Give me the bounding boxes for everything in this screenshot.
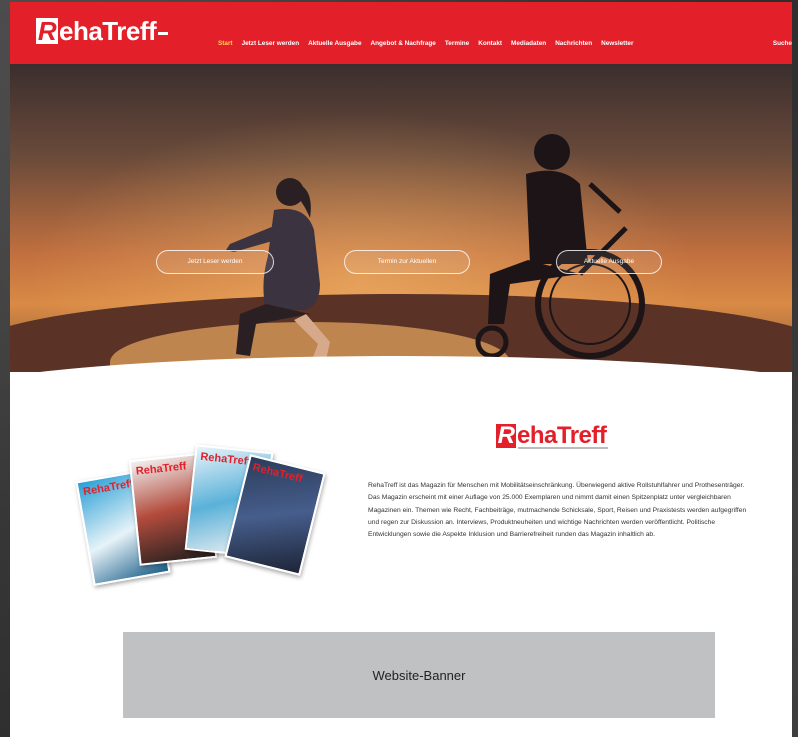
logo-text: ehaTreff: [59, 16, 157, 46]
wheelchair-user-silhouette: [475, 134, 645, 359]
brand-text: ehaTreff: [517, 422, 607, 449]
magazine-logo: RehaTreff: [135, 460, 187, 478]
nav-item-aktuelle-ausgabe[interactable]: Aktuelle Ausgabe: [308, 40, 361, 47]
nav-item-nachrichten[interactable]: Nachrichten: [555, 40, 592, 47]
logo-r-mark: R: [36, 16, 58, 46]
main-menu: Start Jetzt Leser werden Aktuelle Ausgab…: [218, 40, 633, 47]
website-banner-placeholder[interactable]: Website-Banner: [123, 632, 715, 718]
hero-banner: Jetzt Leser werden Termin zur Aktuellen …: [10, 64, 792, 372]
nav-item-kontakt[interactable]: Kontakt: [478, 40, 502, 47]
magazine-covers[interactable]: RehaTreff RehaTreff RehaTreff RehaTreff: [75, 434, 338, 594]
nav-item-mediadaten[interactable]: Mediadaten: [511, 40, 546, 47]
brand-r-mark: R: [496, 422, 516, 449]
magazine-logo: RehaTreff: [199, 450, 252, 469]
website-screenshot: RehaTreff Start Jetzt Leser werden Aktue…: [10, 2, 792, 737]
brand-logo: RehaTreff: [496, 422, 608, 450]
top-navigation: RehaTreff Start Jetzt Leser werden Aktue…: [10, 2, 792, 64]
nav-item-start[interactable]: Start: [218, 40, 233, 47]
hero-button-termin[interactable]: Termin zur Aktuellen: [344, 250, 470, 274]
nav-item-angebot-nachfrage[interactable]: Angebot & Nachfrage: [371, 40, 436, 47]
magazine-description: RehaTreff ist das Magazin für Menschen m…: [368, 482, 747, 539]
hero-button-aktuelle-ausgabe[interactable]: Aktuelle Ausgabe: [556, 250, 662, 274]
magazine-logo: RehaTreff: [251, 461, 304, 486]
magazine-logo: RehaTreff: [82, 477, 135, 499]
site-logo[interactable]: RehaTreff: [36, 16, 169, 47]
banner-label: Website-Banner: [372, 667, 466, 683]
search-link[interactable]: Suche: [773, 40, 792, 47]
hero-button-leser-werden[interactable]: Jetzt Leser werden: [156, 250, 274, 274]
brand-tagline-line: [518, 447, 608, 449]
logo-dash: [158, 31, 169, 35]
nav-item-termine[interactable]: Termine: [445, 40, 469, 47]
nav-item-newsletter[interactable]: Newsletter: [601, 40, 633, 47]
nav-item-leser-werden[interactable]: Jetzt Leser werden: [242, 40, 300, 47]
